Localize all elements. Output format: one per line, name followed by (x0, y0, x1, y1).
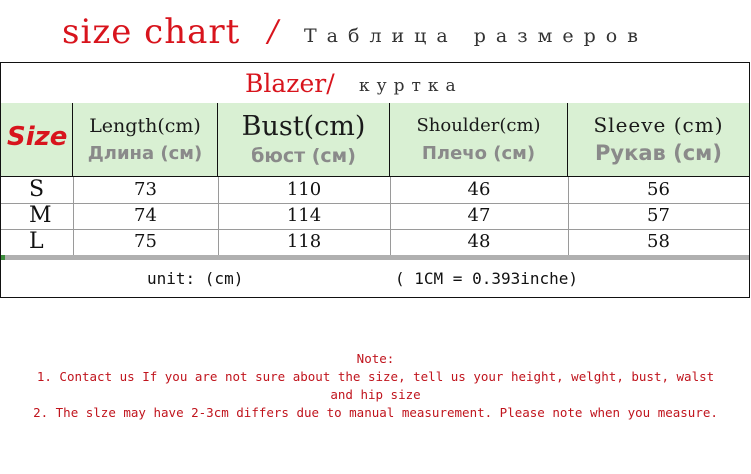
table-row: M 74 114 47 57 (1, 203, 749, 229)
sleeve-header-en: Sleeve (cm) (593, 113, 724, 137)
length-value: 73 (134, 179, 157, 200)
length-value: 74 (134, 205, 157, 226)
table-row: S 73 110 46 56 (1, 177, 749, 203)
table-header-row: Size Length(cm) Длина (см) Bust(cm) бюст… (1, 103, 749, 177)
size-header-label: Size (7, 122, 68, 152)
garment-name-en: Blazer/ (245, 69, 335, 98)
bust-header-en: Bust(cm) (241, 111, 366, 142)
size-cell: M (29, 203, 52, 228)
note-line-1-cont: and hip size (330, 387, 421, 402)
notes-title: Note: (356, 351, 395, 366)
length-header-cell: Length(cm) Длина (см) (73, 103, 218, 176)
size-chart-table: Blazer/ куртка Size Length(cm) Длина (см… (0, 62, 750, 298)
note-line-1: 1. Contact us If you are not sure about … (36, 369, 715, 384)
bust-header-ru: бюст (см) (251, 145, 356, 167)
header: size chart / Таблица размеров (0, 0, 751, 62)
bust-value: 118 (286, 231, 322, 252)
length-header-en: Length(cm) (89, 115, 201, 137)
page-title-ru: Таблица размеров (304, 25, 648, 47)
unit-row: unit: (cm) ( 1CM = 0.393inche) (1, 260, 749, 297)
bust-header-cell: Bust(cm) бюст (см) (218, 103, 390, 176)
bust-value: 114 (286, 205, 322, 226)
page-title: size chart (62, 12, 241, 52)
shoulder-value: 48 (467, 231, 491, 252)
size-cell: L (29, 229, 44, 254)
shoulder-header-en: Shoulder(cm) (416, 115, 541, 136)
note-line-2: 2. The slze may have 2-3cm differs due t… (33, 405, 718, 420)
table-row: L 75 118 48 58 (1, 229, 749, 255)
table-body: S 73 110 46 56 M 74 114 47 57 L 75 118 4… (1, 177, 749, 255)
bust-value: 110 (286, 179, 322, 200)
sleeve-header-cell: Sleeve (cm) Рукав (см) (568, 103, 749, 176)
title-slash: / (268, 14, 279, 49)
shoulder-header-cell: Shoulder(cm) Плечо (см) (390, 103, 568, 176)
sleeve-value: 58 (647, 231, 670, 252)
shoulder-header-ru: Плечо (см) (421, 143, 536, 164)
sleeve-header-ru: Рукав (см) (595, 141, 722, 165)
length-value: 75 (134, 231, 157, 252)
garment-row: Blazer/ куртка (1, 63, 749, 104)
notes: Note: 1. Contact us If you are not sure … (0, 350, 751, 422)
shoulder-value: 47 (467, 205, 491, 226)
unit-label: unit: (cm) (147, 269, 244, 288)
garment-name-ru: куртка (359, 76, 463, 96)
shoulder-value: 46 (467, 179, 491, 200)
length-header-ru: Длина (см) (87, 143, 203, 164)
sleeve-value: 57 (647, 205, 670, 226)
size-header-cell: Size (1, 103, 73, 176)
sleeve-value: 56 (647, 179, 670, 200)
unit-conversion: ( 1CM = 0.393inche) (395, 269, 579, 288)
size-cell: S (29, 177, 45, 202)
